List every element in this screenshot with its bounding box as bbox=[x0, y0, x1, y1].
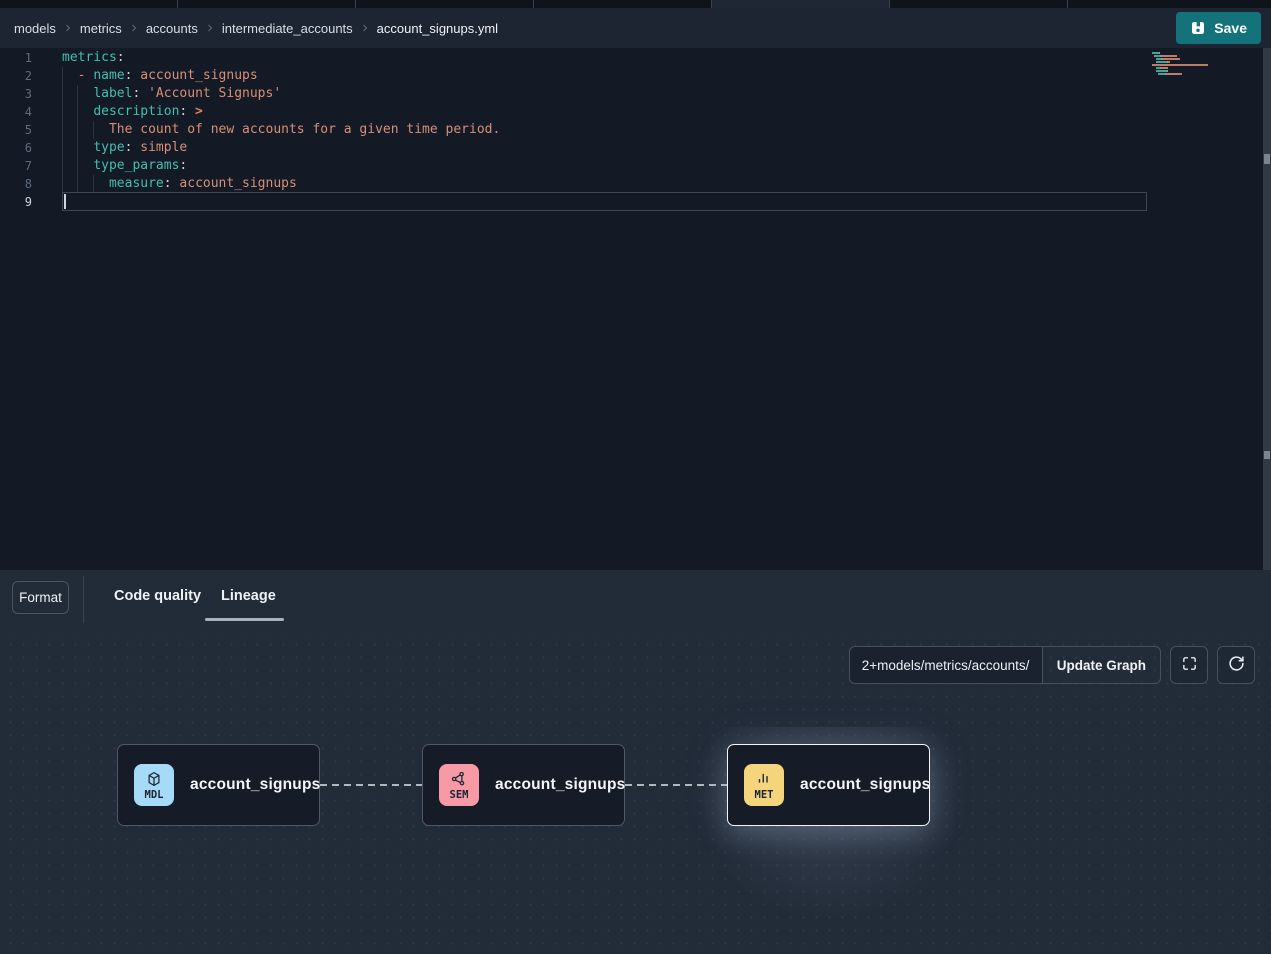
minimap-line bbox=[1152, 67, 1210, 69]
format-button[interactable]: Format bbox=[12, 581, 69, 614]
top-tab[interactable] bbox=[356, 0, 534, 8]
top-tab[interactable] bbox=[1068, 0, 1271, 8]
minimap-line bbox=[1152, 52, 1210, 54]
model-cube-icon bbox=[145, 770, 163, 788]
minimap-line bbox=[1152, 73, 1210, 75]
breadcrumb-bar: models metrics accounts intermediate_accoun… bbox=[0, 8, 1271, 48]
metric-chart-icon bbox=[755, 770, 773, 788]
chevron-right-icon bbox=[359, 22, 371, 34]
scrollbar-mark bbox=[1264, 451, 1270, 459]
app-root: models metrics accounts intermediate_accoun… bbox=[0, 0, 1271, 954]
top-tab[interactable] bbox=[0, 0, 178, 8]
code-line[interactable] bbox=[62, 193, 500, 211]
save-icon bbox=[1190, 20, 1206, 36]
node-label: account_signups bbox=[800, 776, 930, 794]
lineage-canvas[interactable]: Update Graph bbox=[0, 632, 1271, 954]
code-line[interactable]: description: > bbox=[62, 103, 500, 121]
node-label: account_signups bbox=[495, 776, 625, 794]
met-badge: MET bbox=[744, 764, 784, 806]
top-tab-active[interactable] bbox=[712, 0, 890, 8]
line-number: 3 bbox=[0, 85, 32, 103]
save-label: Save bbox=[1214, 20, 1247, 36]
lineage-node-met[interactable]: MET account_signups bbox=[727, 744, 930, 826]
tab-lineage[interactable]: Lineage bbox=[221, 588, 276, 604]
code-line[interactable]: type: simple bbox=[62, 139, 500, 157]
top-tab-strip bbox=[0, 0, 1271, 8]
minimap-line bbox=[1152, 55, 1210, 57]
line-number: 4 bbox=[0, 103, 32, 121]
breadcrumb-item[interactable]: account_signups.yml bbox=[377, 21, 498, 36]
lineage-node-sem[interactable]: SEM account_signups bbox=[422, 744, 625, 826]
line-number: 2 bbox=[0, 67, 32, 85]
breadcrumb-item[interactable]: accounts bbox=[146, 21, 198, 36]
tab-code-quality[interactable]: Code quality bbox=[114, 588, 201, 604]
breadcrumb-item[interactable]: metrics bbox=[80, 21, 122, 36]
line-number: 8 bbox=[0, 175, 32, 193]
scrollbar-mark bbox=[1264, 154, 1270, 164]
top-tab[interactable] bbox=[178, 0, 356, 8]
chevron-right-icon bbox=[204, 22, 216, 34]
chevron-right-icon bbox=[62, 22, 74, 34]
lineage-node-mdl[interactable]: MDL account_signups bbox=[117, 744, 320, 826]
line-number: 6 bbox=[0, 139, 32, 157]
editor-gutter: 123456789 bbox=[0, 49, 32, 211]
code-line[interactable]: type_params: bbox=[62, 157, 500, 175]
active-tab-underline bbox=[205, 618, 284, 621]
editor-minimap[interactable] bbox=[1152, 52, 1210, 79]
badge-label: MET bbox=[755, 789, 774, 801]
tab-lineage-label: Lineage bbox=[221, 588, 276, 604]
editor-scrollbar[interactable] bbox=[1263, 48, 1271, 570]
code-line[interactable]: measure: account_signups bbox=[62, 175, 500, 193]
save-button[interactable]: Save bbox=[1176, 12, 1261, 44]
panel-header: Format Code quality Lineage bbox=[0, 570, 1271, 632]
divider bbox=[83, 576, 84, 623]
code-line[interactable]: - name: account_signups bbox=[62, 67, 500, 85]
code-line[interactable]: The count of new accounts for a given ti… bbox=[62, 121, 500, 139]
line-number: 9 bbox=[0, 193, 32, 211]
minimap-line bbox=[1152, 58, 1210, 60]
minimap-line bbox=[1152, 70, 1210, 72]
chevron-right-icon bbox=[128, 22, 140, 34]
line-number: 1 bbox=[0, 49, 32, 67]
minimap-line bbox=[1152, 76, 1210, 78]
line-number: 5 bbox=[0, 121, 32, 139]
code-line[interactable]: label: 'Account Signups' bbox=[62, 85, 500, 103]
semantic-model-icon bbox=[450, 770, 468, 788]
code-line[interactable]: metrics: bbox=[62, 49, 500, 67]
mdl-badge: MDL bbox=[134, 764, 174, 806]
minimap-line bbox=[1152, 64, 1210, 66]
node-label: account_signups bbox=[190, 776, 320, 794]
code-editor[interactable]: 123456789 metrics: - name: account_signu… bbox=[0, 48, 1271, 570]
bottom-panel: Format Code quality Lineage Update Graph bbox=[0, 570, 1271, 954]
editor-code[interactable]: metrics: - name: account_signups label: … bbox=[62, 49, 500, 211]
sem-badge: SEM bbox=[439, 764, 479, 806]
breadcrumb-item[interactable]: models bbox=[14, 21, 56, 36]
top-tab[interactable] bbox=[534, 0, 712, 8]
minimap-line bbox=[1152, 61, 1210, 63]
breadcrumb-item[interactable]: intermediate_accounts bbox=[222, 21, 353, 36]
breadcrumb: models metrics accounts intermediate_accoun… bbox=[14, 21, 498, 36]
badge-label: SEM bbox=[450, 789, 469, 801]
line-number: 7 bbox=[0, 157, 32, 175]
badge-label: MDL bbox=[145, 789, 164, 801]
top-tab[interactable] bbox=[890, 0, 1068, 8]
